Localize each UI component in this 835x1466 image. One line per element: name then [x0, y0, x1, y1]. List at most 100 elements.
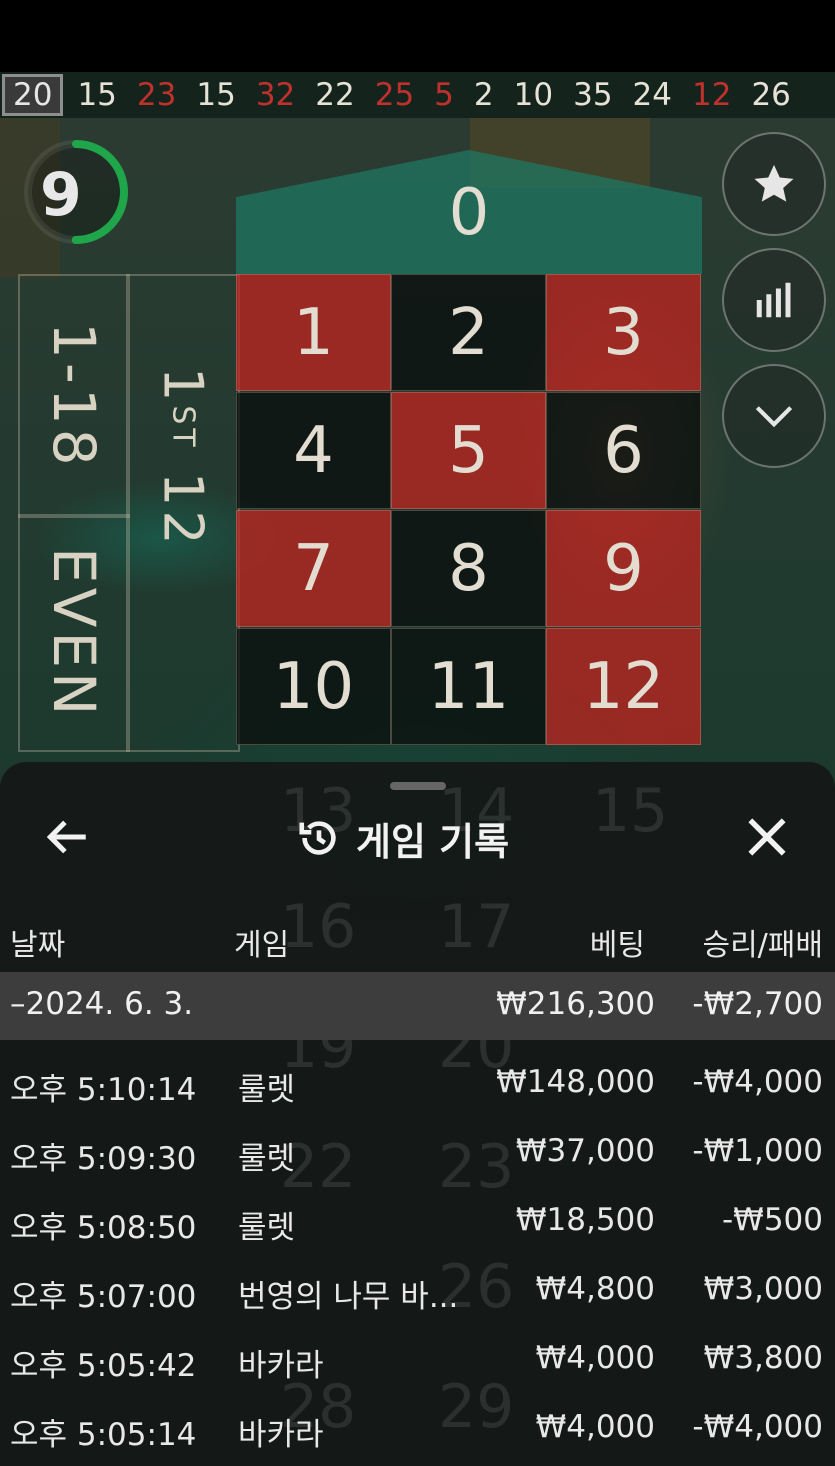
history-icon [299, 821, 336, 855]
row-bet: ₩18,500 [515, 1202, 655, 1238]
result-number: 15 [196, 77, 236, 113]
number-label: 1 [293, 295, 334, 370]
column-game: 게임 [234, 928, 290, 963]
number-label: 4 [293, 413, 334, 488]
bet-spot-number[interactable]: 5 [391, 392, 546, 509]
bet-spot-even[interactable]: EVEN [18, 514, 130, 752]
row-time: 오후 5:05:14 [10, 1417, 197, 1453]
history-row[interactable]: 오후 5:10:14 룰렛 ₩148,000 -₩4,000 [0, 1048, 835, 1116]
row-game: 바카라 [238, 1348, 324, 1384]
row-win-loss: -₩4,000 [692, 1409, 823, 1445]
result-number: 35 [573, 77, 613, 113]
chevron-down-icon [755, 406, 793, 428]
first-dozen-label: 1ST 12 [151, 367, 215, 549]
date-group-row[interactable]: –2024. 6. 3. ₩216,300 -₩2,700 [0, 972, 835, 1040]
star-icon [754, 164, 794, 202]
date-group-label: –2024. 6. 3. [10, 986, 194, 1022]
column-win-loss: 승리/패배 [702, 928, 823, 963]
result-number: 12 [692, 77, 732, 113]
column-bet: 베팅 [589, 928, 645, 963]
history-row[interactable]: 오후 5:09:30 룰렛 ₩37,000 -₩1,000 [0, 1117, 835, 1185]
number-label: 8 [448, 531, 489, 606]
bet-spot-number[interactable]: 3 [546, 274, 701, 391]
row-time: 오후 5:08:50 [10, 1210, 197, 1246]
result-number: 26 [751, 77, 791, 113]
result-number: 22 [315, 77, 355, 113]
result-number: 32 [255, 77, 296, 113]
countdown-timer-value: 9 [40, 160, 82, 230]
statistics-icon [756, 282, 791, 318]
status-bar [0, 0, 835, 72]
recent-results-strip: 20 15 23 15 32 22 25 5 2 10 35 24 12 26 [0, 72, 835, 118]
result-number: 10 [513, 77, 554, 113]
sheet-title: 게임 기록 [356, 819, 510, 864]
favorites-button[interactable] [722, 132, 826, 236]
row-bet: ₩37,000 [515, 1133, 655, 1169]
sheet-header: 게임 기록 [0, 802, 835, 874]
row-win-loss: ₩3,800 [703, 1340, 823, 1376]
history-column-headers: 날짜 게임 베팅 승리/패배 [0, 912, 835, 964]
result-number: 25 [374, 77, 415, 113]
bet-spot-number[interactable]: 9 [546, 510, 701, 627]
row-time: 오후 5:07:00 [10, 1279, 197, 1315]
row-bet: ₩148,000 [496, 1064, 655, 1100]
bet-spot-number[interactable]: 6 [546, 392, 701, 509]
history-row[interactable]: 오후 5:05:42 바카라 ₩4,000 ₩3,800 [0, 1324, 835, 1392]
number-label: 10 [272, 649, 355, 724]
number-label: 2 [448, 295, 489, 370]
low-label: 1-18 [40, 322, 108, 470]
date-group-bet: ₩216,300 [496, 986, 655, 1022]
number-label: 6 [603, 413, 644, 488]
bet-spot-number[interactable]: 12 [546, 628, 701, 745]
bet-spot-number[interactable]: 4 [236, 392, 391, 509]
row-time: 오후 5:09:30 [10, 1141, 197, 1177]
row-game: 룰렛 [238, 1072, 296, 1108]
number-label: 5 [448, 413, 489, 488]
column-date: 날짜 [10, 928, 66, 963]
number-label: 12 [582, 649, 665, 724]
row-time: 오후 5:10:14 [10, 1072, 197, 1108]
game-history-sheet: 13 14 15 16 17 19 20 22 23 26 28 29 게임 기… [0, 762, 835, 1466]
bet-spot-number[interactable]: 1 [236, 274, 391, 391]
history-row[interactable]: 오후 5:07:00 번영의 나무 바... ₩4,800 ₩3,000 [0, 1255, 835, 1323]
bet-spot-number[interactable]: 7 [236, 510, 391, 627]
date-group-win-loss: -₩2,700 [692, 986, 823, 1022]
number-label: 11 [427, 649, 510, 724]
number-label: 9 [603, 531, 644, 606]
bet-spot-number[interactable]: 11 [391, 628, 546, 745]
row-win-loss: -₩4,000 [692, 1064, 823, 1100]
result-number: 15 [77, 77, 117, 113]
history-row[interactable]: 오후 5:05:14 바카라 ₩4,000 -₩4,000 [0, 1393, 835, 1461]
result-number: 24 [632, 77, 672, 113]
zero-label: 0 [448, 176, 490, 250]
bet-spot-number[interactable]: 8 [391, 510, 546, 627]
row-game: 룰렛 [238, 1210, 296, 1246]
sheet-drag-handle[interactable] [390, 782, 446, 790]
row-time: 오후 5:05:42 [10, 1348, 197, 1384]
number-label: 3 [603, 295, 644, 370]
row-win-loss: -₩500 [721, 1202, 823, 1238]
close-icon[interactable] [742, 812, 792, 862]
history-row[interactable]: 오후 5:08:50 룰렛 ₩18,500 -₩500 [0, 1186, 835, 1254]
row-game: 번영의 나무 바... [238, 1279, 459, 1315]
row-win-loss: ₩3,000 [703, 1271, 823, 1307]
row-bet: ₩4,000 [535, 1340, 655, 1376]
bet-spot-number[interactable]: 10 [236, 628, 391, 745]
latest-result: 20 [2, 74, 64, 116]
even-label: EVEN [40, 546, 108, 720]
bet-spot-number[interactable]: 2 [391, 274, 546, 391]
back-arrow-icon[interactable] [42, 812, 92, 862]
row-game: 바카라 [238, 1417, 324, 1453]
row-bet: ₩4,000 [535, 1409, 655, 1445]
result-number: 23 [136, 77, 177, 113]
bet-spot-first-dozen[interactable]: 1ST 12 [126, 274, 240, 752]
statistics-button[interactable] [722, 248, 826, 352]
row-bet: ₩4,800 [535, 1271, 655, 1307]
number-label: 7 [293, 531, 334, 606]
collapse-button[interactable] [722, 364, 826, 468]
result-number: 2 [473, 77, 494, 113]
row-game: 룰렛 [238, 1141, 296, 1177]
sheet-title-group: 게임 기록 [296, 808, 509, 868]
result-number: 5 [434, 77, 454, 113]
bet-spot-low[interactable]: 1-18 [18, 274, 130, 518]
